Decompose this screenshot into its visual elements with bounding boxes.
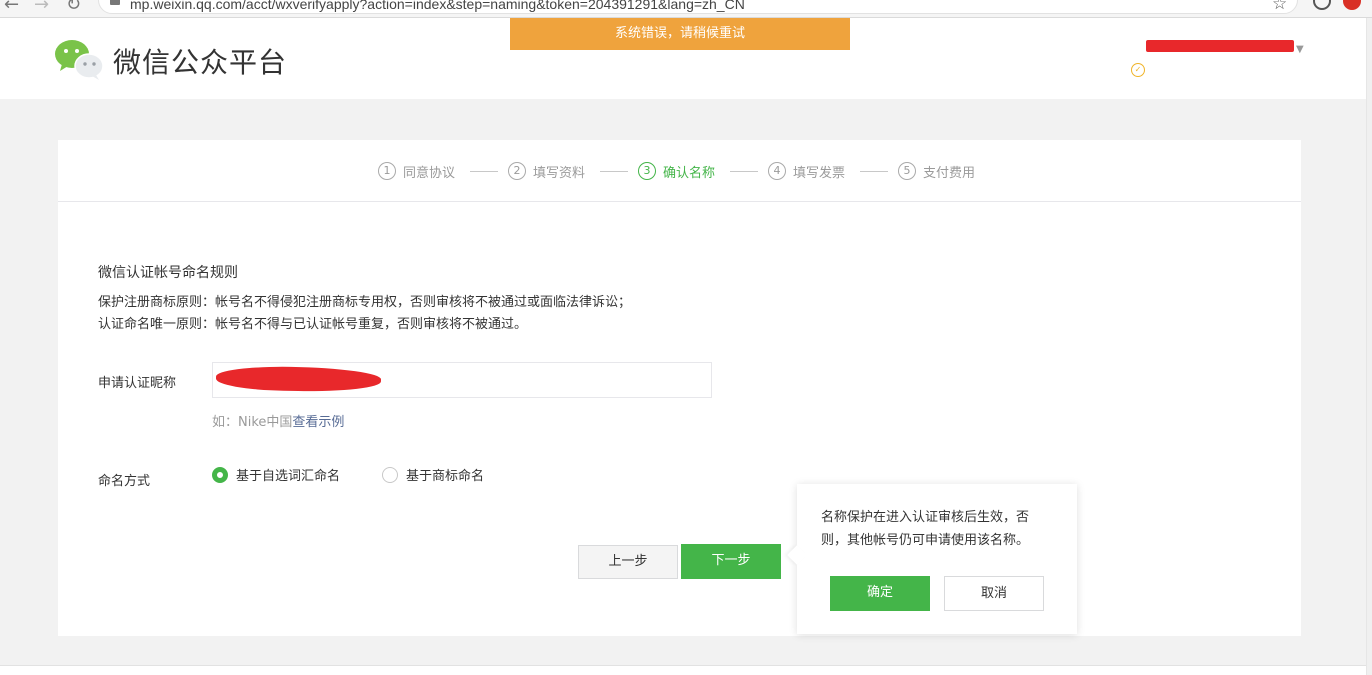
step-confirm-name: 3 确认名称: [638, 160, 715, 182]
extension-icon[interactable]: [1343, 0, 1361, 10]
lock-icon: [110, 0, 120, 5]
back-icon[interactable]: ←: [4, 0, 19, 15]
nickname-hint: 如：Nike中国查看示例: [212, 411, 344, 430]
progress-steps: 1 同意协议 2 填写资料 3 确认名称 4 填写发票 5 支付费用: [58, 140, 1301, 202]
reload-icon[interactable]: ↻: [66, 0, 81, 15]
radio-trademark[interactable]: 基于商标命名: [382, 465, 484, 484]
hint-example-text: 如：Nike中国: [212, 415, 293, 430]
radio-custom-words[interactable]: 基于自选词汇命名: [212, 465, 340, 484]
error-toast: 系统错误，请稍候重试: [510, 18, 850, 50]
star-icon[interactable]: ☆: [1272, 0, 1287, 14]
step-invoice: 4 填写发票: [768, 160, 845, 182]
step-divider: [470, 171, 498, 172]
profile-icon[interactable]: [1313, 0, 1331, 10]
confirm-button[interactable]: 确定: [830, 576, 930, 611]
view-example-link[interactable]: 查看示例: [292, 415, 344, 430]
platform-title[interactable]: 微信公众平台: [113, 41, 287, 81]
step-divider: [600, 171, 628, 172]
browser-toolbar: ← → ↻ mp.weixin.qq.com/acct/wxverifyappl…: [0, 0, 1372, 18]
verified-icon: ✓: [1131, 63, 1145, 77]
scrollbar[interactable]: [1366, 18, 1372, 675]
prev-step-button[interactable]: 上一步: [578, 545, 678, 579]
popover-message: 名称保护在进入认证审核后生效，否则，其他帐号仍可申请使用该名称。: [821, 510, 1030, 548]
wechat-logo-icon[interactable]: [54, 38, 104, 80]
forward-icon[interactable]: →: [34, 0, 49, 15]
radio-checked-icon[interactable]: [212, 466, 228, 483]
step-payment: 5 支付费用: [898, 160, 975, 182]
step-fill-info: 2 填写资料: [508, 160, 585, 182]
cancel-button[interactable]: 取消: [944, 576, 1044, 611]
account-name-redacted[interactable]: [1146, 40, 1294, 52]
nickname-label: 申请认证昵称: [98, 376, 177, 391]
naming-method-label: 命名方式: [98, 474, 151, 489]
step-divider: [860, 171, 888, 172]
step-agree: 1 同意协议: [378, 160, 455, 182]
confirm-popover: 名称保护在进入认证审核后生效，否则，其他帐号仍可申请使用该名称。 确定 取消: [787, 484, 1077, 634]
url-text[interactable]: mp.weixin.qq.com/acct/wxverifyapply?acti…: [130, 0, 745, 12]
radio-unchecked-icon[interactable]: [382, 466, 398, 483]
footer-edge: [0, 665, 1366, 675]
rule-unique: 认证命名唯一原则：帐号名不得与已认证帐号重复，否则审核将不被通过。: [98, 317, 528, 332]
step-divider: [730, 171, 758, 172]
verification-card: 1 同意协议 2 填写资料 3 确认名称 4 填写发票 5 支付费用 微信认证帐…: [58, 140, 1301, 636]
rule-trademark: 保护注册商标原则：帐号名不得侵犯注册商标专用权，否则审核将不被通过或面临法律诉讼…: [98, 295, 632, 310]
chevron-down-icon[interactable]: ▼: [1296, 44, 1304, 55]
next-step-button[interactable]: 下一步: [681, 544, 781, 579]
rules-title: 微信认证帐号命名规则: [98, 265, 238, 281]
